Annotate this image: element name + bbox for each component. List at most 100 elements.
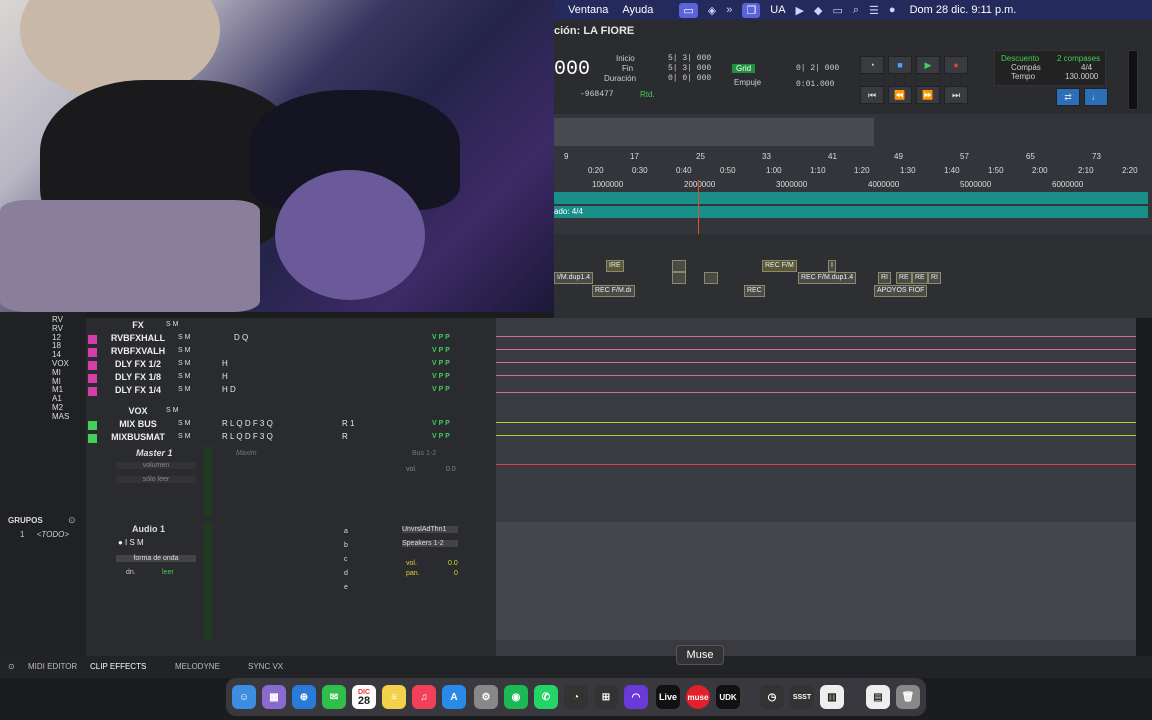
track-row[interactable]: RVBFXHALL S M D Q V P P — [86, 333, 496, 346]
go-to-end-icon[interactable]: ⏭ — [944, 86, 968, 104]
tempo-value[interactable]: 130.0000 — [1065, 72, 1098, 81]
auto-tune-icon[interactable]: ◔ — [564, 685, 588, 709]
return-to-zero-icon[interactable]: ⏮ — [860, 86, 884, 104]
diamond-icon[interactable]: ◈ — [708, 4, 716, 17]
arrows-icon[interactable]: » — [726, 4, 732, 16]
samples-ruler[interactable]: 1000000 2000000 3000000 4000000 5000000 … — [554, 180, 1152, 192]
clip[interactable]: RI — [928, 272, 941, 284]
search-icon[interactable]: ⌕ — [853, 4, 859, 17]
track-row[interactable]: DLY FX 1/4 S M H D V P P — [86, 385, 496, 398]
document-icon[interactable]: ▤ — [866, 685, 890, 709]
pro-tools-icon[interactable]: ◠ — [624, 685, 648, 709]
automation-lane[interactable] — [496, 375, 1136, 376]
track-name[interactable]: RVBFXVALH — [100, 346, 176, 356]
clip[interactable]: REC F/M.dup1.4 — [798, 272, 857, 284]
insert-slots[interactable]: R L Q D F 3 Q — [222, 419, 273, 428]
play-icon[interactable]: ▶ — [916, 56, 940, 74]
track-name[interactable]: DLY FX 1/2 — [100, 359, 176, 369]
output-selector[interactable]: Speakers 1-2 — [402, 540, 458, 547]
settings-icon[interactable]: ⚙ — [474, 685, 498, 709]
track-name[interactable]: VOX — [100, 406, 176, 416]
muse-icon[interactable]: muse — [686, 685, 710, 709]
gear-icon[interactable]: ⊙ — [8, 662, 15, 671]
minsec-ruler[interactable]: 0:20 0:30 0:40 0:50 1:00 1:10 1:20 1:30 … — [554, 166, 1152, 178]
tab-sync-vx[interactable]: SYNC VX — [248, 662, 283, 671]
automation-lane[interactable] — [496, 362, 1136, 363]
menu-ventana[interactable]: Ventana — [568, 4, 608, 16]
audio-track[interactable]: Audio 1 ● I S M forma de onda dn. leer a… — [86, 522, 496, 642]
solo-mute[interactable]: S M — [178, 386, 190, 393]
control-center-icon[interactable]: ☰ — [869, 4, 879, 17]
automation-lane[interactable] — [496, 435, 1136, 436]
rewind-icon[interactable]: ⏪ — [888, 86, 912, 104]
clip[interactable]: RE — [912, 272, 928, 284]
play-status-icon[interactable]: ▶ — [796, 4, 804, 17]
vol-value[interactable]: 0.0 — [448, 560, 458, 567]
solo-mute[interactable]: S M — [166, 321, 178, 328]
clip[interactable] — [704, 272, 718, 284]
track-row[interactable]: MIXBUSMAT S M R L Q D F 3 Q R V P P — [86, 432, 496, 445]
insert-slots[interactable]: H D — [222, 385, 236, 394]
clip[interactable]: REC — [744, 285, 765, 297]
tab-clip-effects[interactable]: CLIP EFFECTS — [90, 662, 146, 671]
launchpad-icon[interactable]: ▦ — [262, 685, 286, 709]
language-indicator[interactable]: UA — [770, 4, 785, 16]
send-slot[interactable]: R 1 — [342, 419, 354, 428]
automation-lane[interactable] — [496, 336, 1136, 337]
conductor-icon[interactable]: ♩ — [1084, 88, 1108, 106]
plugin-slot[interactable]: Maxim — [236, 450, 257, 457]
vox-folder-row[interactable]: VOX S M — [86, 406, 496, 419]
track-name[interactable]: MIX BUS — [100, 419, 176, 429]
track-row[interactable]: DLY FX 1/2 S M H V P P — [86, 359, 496, 372]
voice-pan-toggles[interactable]: V P P — [432, 433, 450, 440]
input-selector[interactable]: UnvrslAdThn1 — [402, 526, 458, 533]
track-row[interactable]: MIX BUS S M R L Q D F 3 Q R 1 V P P — [86, 419, 496, 432]
compases-value[interactable]: 2 compases — [1057, 54, 1100, 63]
track-name[interactable]: DLY FX 1/8 — [100, 372, 176, 382]
insert-slots[interactable]: H — [222, 372, 228, 381]
track-name[interactable]: Audio 1 — [132, 524, 165, 534]
output-selector[interactable]: Bus 1-2 — [412, 450, 436, 457]
battery-icon[interactable]: ▭ — [832, 4, 842, 17]
tab-midi-editor[interactable]: MIDI EDITOR — [28, 662, 77, 671]
automation-lane[interactable] — [496, 349, 1136, 350]
track-name[interactable]: FX — [100, 320, 176, 330]
solo-mute[interactable]: S M — [178, 373, 190, 380]
messages-icon[interactable]: ✉ — [322, 685, 346, 709]
view-selector[interactable]: forma de onda — [116, 555, 196, 562]
music-icon[interactable]: ♫ — [412, 685, 436, 709]
voice-pan-toggles[interactable]: V P P — [432, 386, 450, 393]
plugin-app-icon[interactable]: SSST — [790, 685, 814, 709]
stop-icon[interactable]: ■ — [888, 56, 912, 74]
compas-value[interactable]: 4/4 — [1081, 63, 1092, 72]
automation-mode[interactable]: leer — [162, 569, 174, 576]
meter-ruler[interactable]: ado: 4/4 — [554, 206, 1148, 218]
udk-icon[interactable]: UDK — [716, 685, 740, 709]
insert-slots[interactable]: D Q — [234, 333, 248, 342]
clip[interactable]: RE — [896, 272, 912, 284]
groups-menu-icon[interactable]: ⊙ — [68, 515, 76, 526]
main-counter[interactable]: 000 — [554, 58, 590, 81]
automation-lane[interactable] — [496, 392, 1136, 393]
insert-slots[interactable]: R L Q D F 3 Q — [222, 432, 273, 441]
dropbox-icon[interactable]: ◆ — [814, 4, 822, 17]
clip[interactable] — [672, 260, 686, 272]
spotify-icon[interactable]: ◉ — [504, 685, 528, 709]
solo-mute[interactable]: S M — [178, 334, 190, 341]
menu-clock[interactable]: Dom 28 dic. 9:11 p.m. — [910, 4, 1017, 16]
automation-mode[interactable]: sólo leer — [116, 476, 196, 483]
edit-window-lanes[interactable] — [496, 318, 1136, 656]
nudge-value[interactable]: -968477 — [580, 90, 614, 99]
track-name[interactable]: DLY FX 1/4 — [100, 385, 176, 395]
audio-lane[interactable] — [496, 522, 1136, 640]
voice-pan-toggles[interactable]: V P P — [432, 360, 450, 367]
solo-mute[interactable]: S M — [178, 360, 190, 367]
solo-mute[interactable]: S M — [166, 407, 178, 414]
clip[interactable]: REC F/M — [762, 260, 797, 272]
ableton-live-icon[interactable]: Live — [656, 685, 680, 709]
clip[interactable]: I/M.dup1.4 — [554, 272, 594, 284]
bars-ruler[interactable]: 9 17 25 33 41 49 57 65 73 — [554, 152, 1152, 164]
menu-ayuda[interactable]: Ayuda — [622, 4, 653, 16]
fast-forward-icon[interactable]: ⏩ — [916, 86, 940, 104]
track-name[interactable]: RVBFXHALL — [100, 333, 176, 343]
